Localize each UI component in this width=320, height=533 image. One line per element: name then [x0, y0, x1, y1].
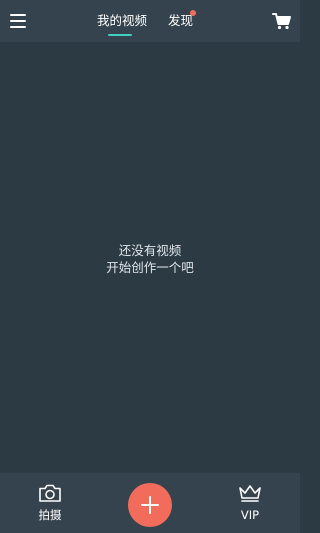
shoot-button[interactable]: 拍摄 [25, 483, 75, 522]
empty-state-message: 还没有视频 开始创作一个吧 [0, 242, 300, 276]
app-screen: 我的视频 发现 还没有视频 开始创作一个吧 拍摄 VIP [0, 0, 300, 533]
tab-discover[interactable]: 发现 [168, 12, 193, 30]
top-bar: 我的视频 发现 [0, 0, 300, 42]
notification-dot [190, 10, 196, 16]
crown-icon [239, 485, 261, 502]
plus-icon [141, 496, 159, 514]
empty-state-line-2: 开始创作一个吧 [106, 260, 194, 275]
vip-label: VIP [240, 508, 260, 522]
menu-icon-line [10, 20, 26, 22]
tab-my-videos[interactable]: 我的视频 [97, 12, 147, 30]
menu-icon-line [10, 14, 26, 16]
menu-icon[interactable] [10, 13, 28, 29]
menu-icon-line [10, 26, 26, 28]
camera-icon [39, 484, 61, 502]
vip-button[interactable]: VIP [225, 483, 275, 522]
empty-state-line-1: 还没有视频 [118, 243, 182, 258]
cart-icon[interactable] [272, 11, 292, 31]
shoot-label: 拍摄 [38, 508, 62, 522]
active-tab-indicator [108, 34, 132, 36]
add-video-button[interactable] [128, 483, 172, 527]
